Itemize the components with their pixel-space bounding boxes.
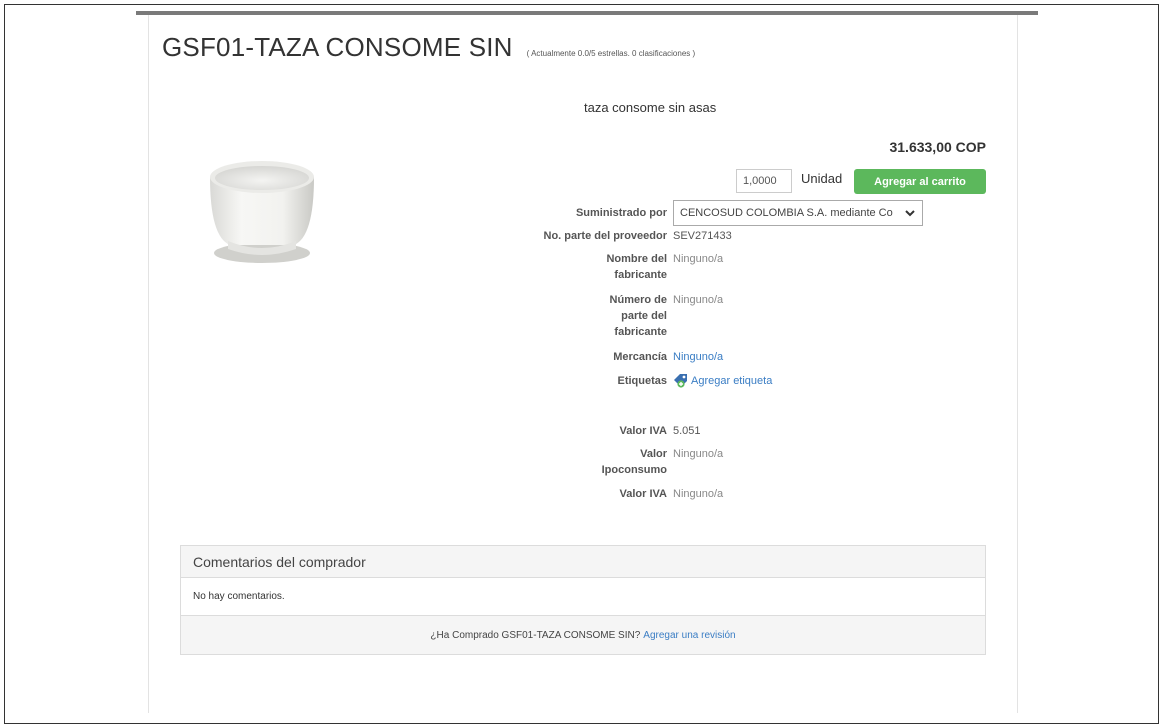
- ipoconsumo-value: Ninguno/a: [673, 448, 724, 460]
- tag-add-icon: [674, 374, 687, 388]
- manufacturer-name-value: Ninguno/a: [673, 253, 724, 265]
- manufacturer-part-value: Ninguno/a: [673, 294, 724, 306]
- supplier-part-label: No. parte del proveedor: [543, 230, 667, 242]
- commodity-row: Mercancía Ninguno/a: [540, 349, 723, 365]
- add-tag-link[interactable]: Agregar etiqueta: [673, 373, 772, 389]
- tags-label: Etiquetas: [617, 375, 667, 387]
- manufacturer-name-row: Nombre del fabricante Ninguno/a: [540, 251, 723, 283]
- tags-row: Etiquetas Agregar etiqueta: [540, 373, 772, 389]
- iva2-value: Ninguno/a: [673, 488, 724, 500]
- supplier-label: Suministrado por: [575, 207, 667, 219]
- buyer-comments-panel: Comentarios del comprador No hay comenta…: [180, 545, 986, 655]
- top-bar: [136, 11, 1038, 15]
- iva2-label: Valor IVA: [619, 488, 667, 500]
- add-to-cart-button[interactable]: Agregar al carrito: [854, 169, 986, 194]
- supplier-select[interactable]: CENCOSUD COLOMBIA S.A. mediante Co: [673, 200, 923, 226]
- ipoconsumo-row: Valor Ipoconsumo Ninguno/a: [540, 446, 724, 478]
- chevron-down-icon: [905, 210, 915, 217]
- add-review-link[interactable]: Agregar una revisión: [643, 630, 735, 641]
- manufacturer-part-row: Número de parte del fabricante Ninguno/a: [540, 292, 724, 340]
- iva-row: Valor IVA 5.051: [540, 423, 701, 439]
- iva2-row: Valor IVA Ninguno/a: [540, 486, 724, 502]
- supplier-part-value: SEV271433: [673, 230, 732, 242]
- add-tag-label: Agregar etiqueta: [691, 375, 773, 387]
- page-title: GSF01-TAZA CONSOME SIN: [162, 32, 513, 62]
- supplier-value: CENCOSUD COLOMBIA S.A. mediante Co: [680, 207, 893, 219]
- unit-label: Unidad: [801, 171, 843, 186]
- product-description: taza consome sin asas: [584, 100, 717, 115]
- supplier-part-row: No. parte del proveedor SEV271433: [540, 228, 732, 244]
- iva-label: Valor IVA: [619, 425, 667, 437]
- comments-footer: ¿Ha Comprado GSF01-TAZA CONSOME SIN? Agr…: [181, 616, 985, 654]
- comments-heading: Comentarios del comprador: [181, 546, 985, 578]
- title-row: GSF01-TAZA CONSOME SIN ( Actualmente 0.0…: [162, 32, 695, 63]
- ipoconsumo-label: Valor Ipoconsumo: [601, 448, 667, 476]
- supplier-row: Suministrado por CENCOSUD COLOMBIA S.A. …: [540, 200, 923, 226]
- manufacturer-name-label: Nombre del fabricante: [606, 253, 667, 281]
- comments-empty: No hay comentarios.: [181, 578, 985, 616]
- quantity-input[interactable]: [736, 169, 792, 193]
- review-prompt: ¿Ha Comprado GSF01-TAZA CONSOME SIN?: [430, 629, 641, 641]
- commodity-label: Mercancía: [613, 351, 667, 363]
- rating-summary: ( Actualmente 0.0/5 estrellas. 0 clasifi…: [526, 49, 696, 58]
- iva-value: 5.051: [673, 425, 701, 437]
- product-price: 31.633,00 COP: [889, 139, 986, 155]
- commodity-link[interactable]: Ninguno/a: [673, 349, 723, 365]
- manufacturer-part-label: Número de parte del fabricante: [609, 294, 667, 338]
- product-image: [210, 161, 314, 263]
